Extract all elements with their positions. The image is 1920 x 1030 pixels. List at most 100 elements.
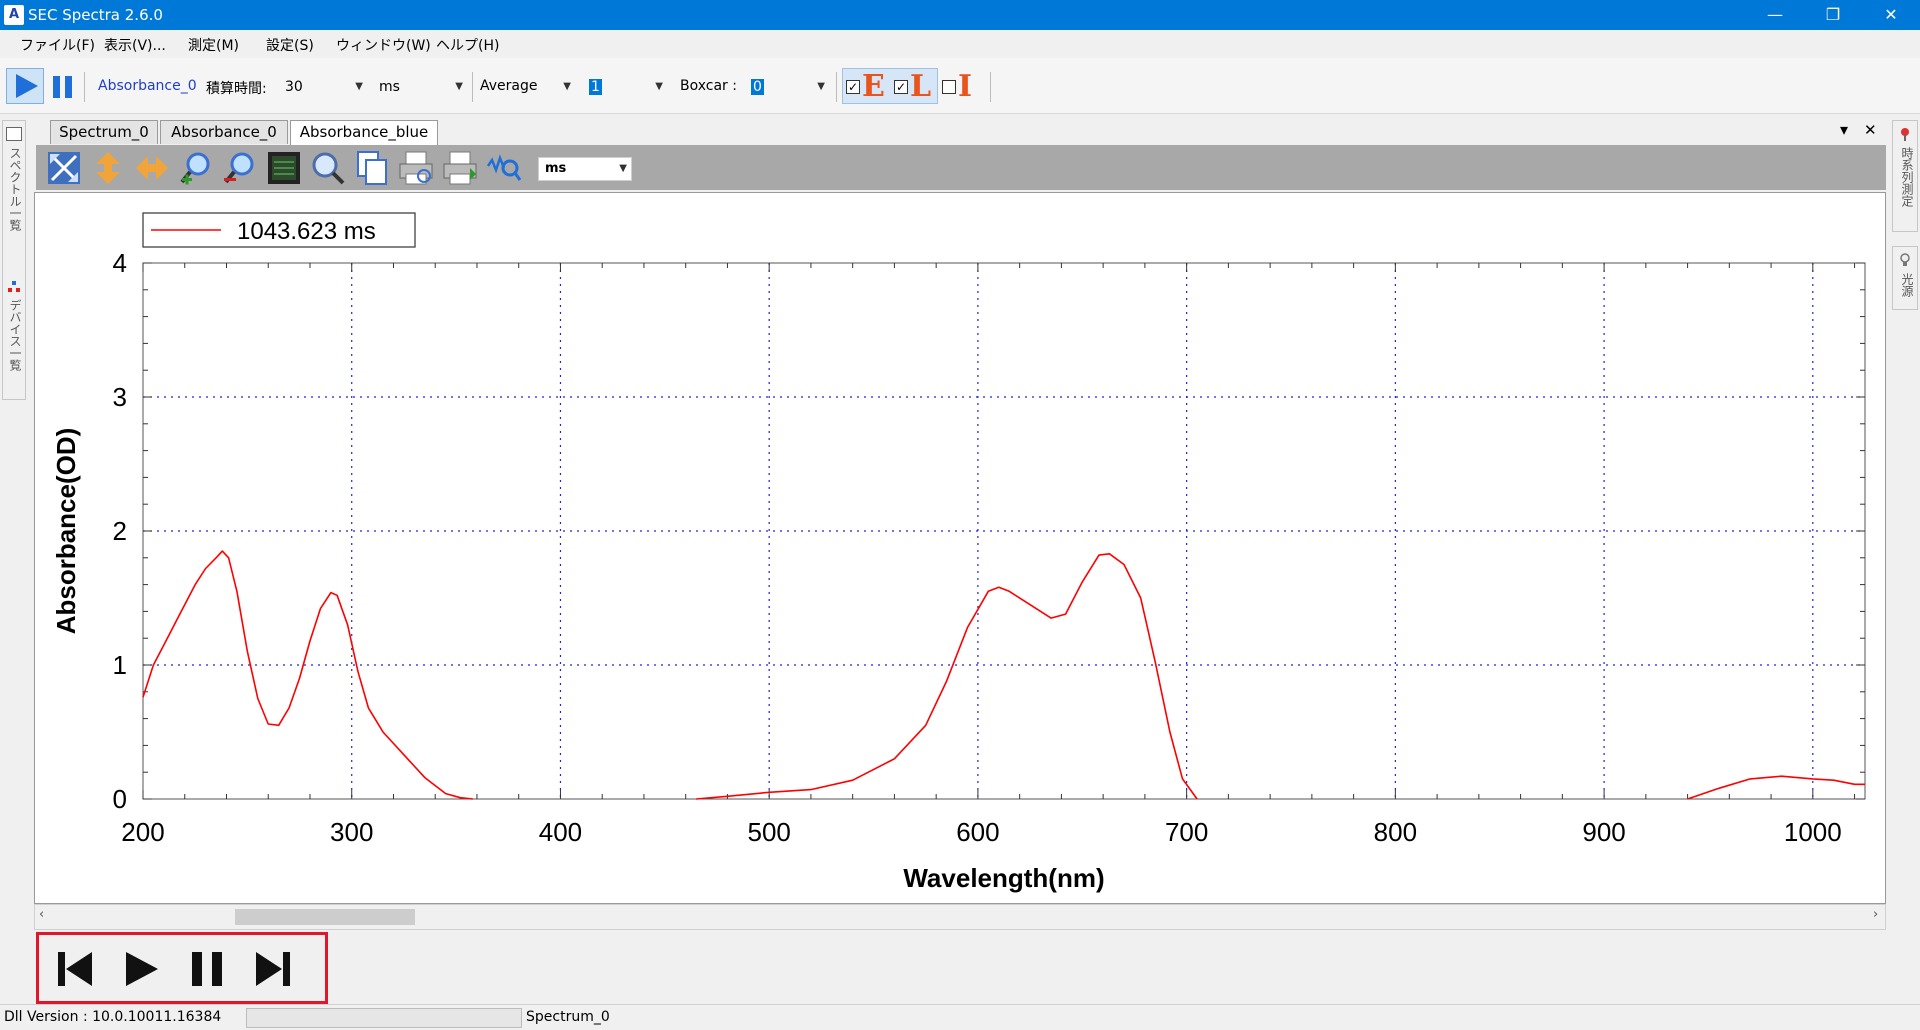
plot-unit-value: ms xyxy=(545,161,567,176)
tab-close-button[interactable]: ✕ xyxy=(1864,121,1877,139)
skip-back-button[interactable] xyxy=(54,948,96,990)
restore-button[interactable]: ❐ xyxy=(1804,0,1862,30)
lightbulb-icon xyxy=(1899,253,1911,267)
scrollbar-thumb[interactable] xyxy=(235,909,415,925)
progress-bar xyxy=(246,1008,522,1028)
x-tick-label: 700 xyxy=(1165,817,1208,847)
integration-time-input[interactable]: 30 ▼ xyxy=(278,74,368,100)
title-bar: A SEC Spectra 2.6.0 — ❐ ✕ xyxy=(0,0,1920,30)
pause-icon xyxy=(53,76,72,98)
tab-spectrum-0[interactable]: Spectrum_0 xyxy=(50,120,158,144)
play-icon xyxy=(16,74,38,98)
chevron-down-icon: ▼ xyxy=(563,81,571,92)
device-list-tab[interactable]: デバイス一覧 xyxy=(7,299,24,371)
chart-panel: 200 300 400 500 600 700 800 900 1000 0 1 2 3 4 Wavelen… xyxy=(34,192,1886,904)
chevron-down-icon: ▼ xyxy=(355,81,363,92)
y-tick-label: 2 xyxy=(113,516,127,546)
menu-window[interactable]: ウィンドウ(W) xyxy=(336,35,431,55)
checkbox-unchecked-icon xyxy=(942,80,956,94)
y-axis-title: Absorbance(OD) xyxy=(51,428,81,635)
toolbar-separator xyxy=(84,72,85,102)
plot-unit-select[interactable]: ms ▼ xyxy=(538,157,632,181)
legend-label: 1043.623 ms xyxy=(237,218,376,245)
play-icon xyxy=(126,952,158,986)
playback-play-button[interactable] xyxy=(120,948,162,990)
tab-absorbance-0[interactable]: Absorbance_0 xyxy=(160,120,288,144)
print-preview-icon[interactable] xyxy=(398,150,434,186)
toggle-i-button[interactable]: I xyxy=(942,69,986,104)
tab-absorbance-blue[interactable]: Absorbance_blue xyxy=(290,120,438,145)
data-source-label: Absorbance_0 xyxy=(98,78,197,94)
boxcar-value: 0 xyxy=(751,79,764,95)
x-tick-label: 800 xyxy=(1374,817,1417,847)
plot-toolbar: ms ▼ xyxy=(36,145,1886,190)
fit-all-icon[interactable] xyxy=(46,150,82,186)
menu-view[interactable]: 表示(V)... xyxy=(104,35,166,55)
menu-settings[interactable]: 設定(S) xyxy=(266,35,314,55)
playback-pause-button[interactable] xyxy=(186,948,228,990)
window-title: SEC Spectra 2.6.0 xyxy=(28,6,163,24)
x-tick-label: 400 xyxy=(539,817,582,847)
average-label: Average xyxy=(480,78,538,94)
device-list-icon xyxy=(8,281,20,293)
left-dock-panel: スペクトル一覧 デバイス一覧 xyxy=(2,120,26,400)
spectrum-chart[interactable]: 200 300 400 500 600 700 800 900 1000 0 1 2 3 4 Wavelen… xyxy=(35,193,1885,903)
average-value: 1 xyxy=(589,79,602,95)
toolbar-separator xyxy=(472,72,473,102)
toolbar-separator xyxy=(836,72,837,102)
timeseries-icon xyxy=(1899,127,1911,141)
integration-unit-select[interactable]: ms ▼ xyxy=(372,74,468,100)
toggle-l-letter: L xyxy=(910,69,932,104)
zoom-in-icon[interactable] xyxy=(178,150,214,186)
x-axis-title: Wavelength(nm) xyxy=(903,863,1104,893)
zoom-vertical-icon[interactable] xyxy=(90,150,126,186)
current-spectrum-text: Spectrum_0 xyxy=(526,1009,610,1025)
zoom-out-icon[interactable] xyxy=(222,150,258,186)
y-tick-label: 0 xyxy=(113,784,127,814)
menu-measure[interactable]: 測定(M) xyxy=(188,35,239,55)
right-dock-lightsource[interactable]: 光源 xyxy=(1892,246,1918,310)
zoom-horizontal-icon[interactable] xyxy=(134,150,170,186)
toggle-e-button[interactable]: ✓ E xyxy=(846,69,894,104)
menu-file[interactable]: ファイル(F) xyxy=(20,35,95,55)
lightsource-tab: 光源 xyxy=(1900,273,1914,297)
skip-forward-button[interactable] xyxy=(252,948,294,990)
y-tick-label: 3 xyxy=(113,382,127,412)
chevron-down-icon: ▼ xyxy=(619,163,627,174)
x-tick-label: 200 xyxy=(121,817,164,847)
toggle-l-button[interactable]: ✓ L xyxy=(894,69,938,104)
timeseries-tab: 時系列測定 xyxy=(1900,147,1914,207)
spectrum-list-tab[interactable]: スペクトル一覧 xyxy=(7,147,24,231)
average-input[interactable]: 1 ▼ xyxy=(582,74,668,100)
right-dock-timeseries[interactable]: 時系列測定 xyxy=(1892,120,1918,232)
menu-bar: ファイル(F) 表示(V)... 測定(M) 設定(S) ウィンドウ(W) ヘル… xyxy=(0,30,1920,58)
chevron-down-icon: ▼ xyxy=(455,81,463,92)
checkbox-checked-icon: ✓ xyxy=(846,80,860,94)
integration-time-label: 積算時間: xyxy=(206,81,267,97)
close-button[interactable]: ✕ xyxy=(1862,0,1920,30)
y-tick-label: 4 xyxy=(113,248,127,278)
toggle-i-letter: I xyxy=(958,69,973,104)
horizontal-scrollbar[interactable]: ‹ › xyxy=(34,904,1886,930)
x-tick-label: 500 xyxy=(747,817,790,847)
y-tick-label: 1 xyxy=(113,650,127,680)
boxcar-input[interactable]: 0 ▼ xyxy=(744,74,830,100)
minimize-button[interactable]: — xyxy=(1746,0,1804,30)
chevron-down-icon: ▼ xyxy=(817,81,825,92)
scroll-right-icon[interactable]: › xyxy=(1873,907,1878,922)
integration-time-value: 30 xyxy=(285,79,303,95)
integration-unit-value: ms xyxy=(379,79,400,95)
boxcar-label: Boxcar : xyxy=(680,78,737,94)
play-button[interactable] xyxy=(6,68,44,104)
scroll-left-icon[interactable]: ‹ xyxy=(39,907,44,922)
tab-dropdown-button[interactable]: ▾ xyxy=(1840,120,1848,139)
copy-icon[interactable] xyxy=(354,150,390,186)
main-toolbar: Absorbance_0 積算時間: 30 ▼ ms ▼ Average ▼ 1… xyxy=(0,58,1920,114)
pause-button[interactable] xyxy=(50,70,76,102)
peak-search-icon[interactable] xyxy=(486,150,522,186)
menu-help[interactable]: ヘルプ(H) xyxy=(436,35,499,55)
average-spinner[interactable]: ▼ xyxy=(560,74,576,100)
screen-icon[interactable] xyxy=(266,150,302,186)
magnifier-icon[interactable] xyxy=(310,150,346,186)
print-icon[interactable] xyxy=(442,150,478,186)
